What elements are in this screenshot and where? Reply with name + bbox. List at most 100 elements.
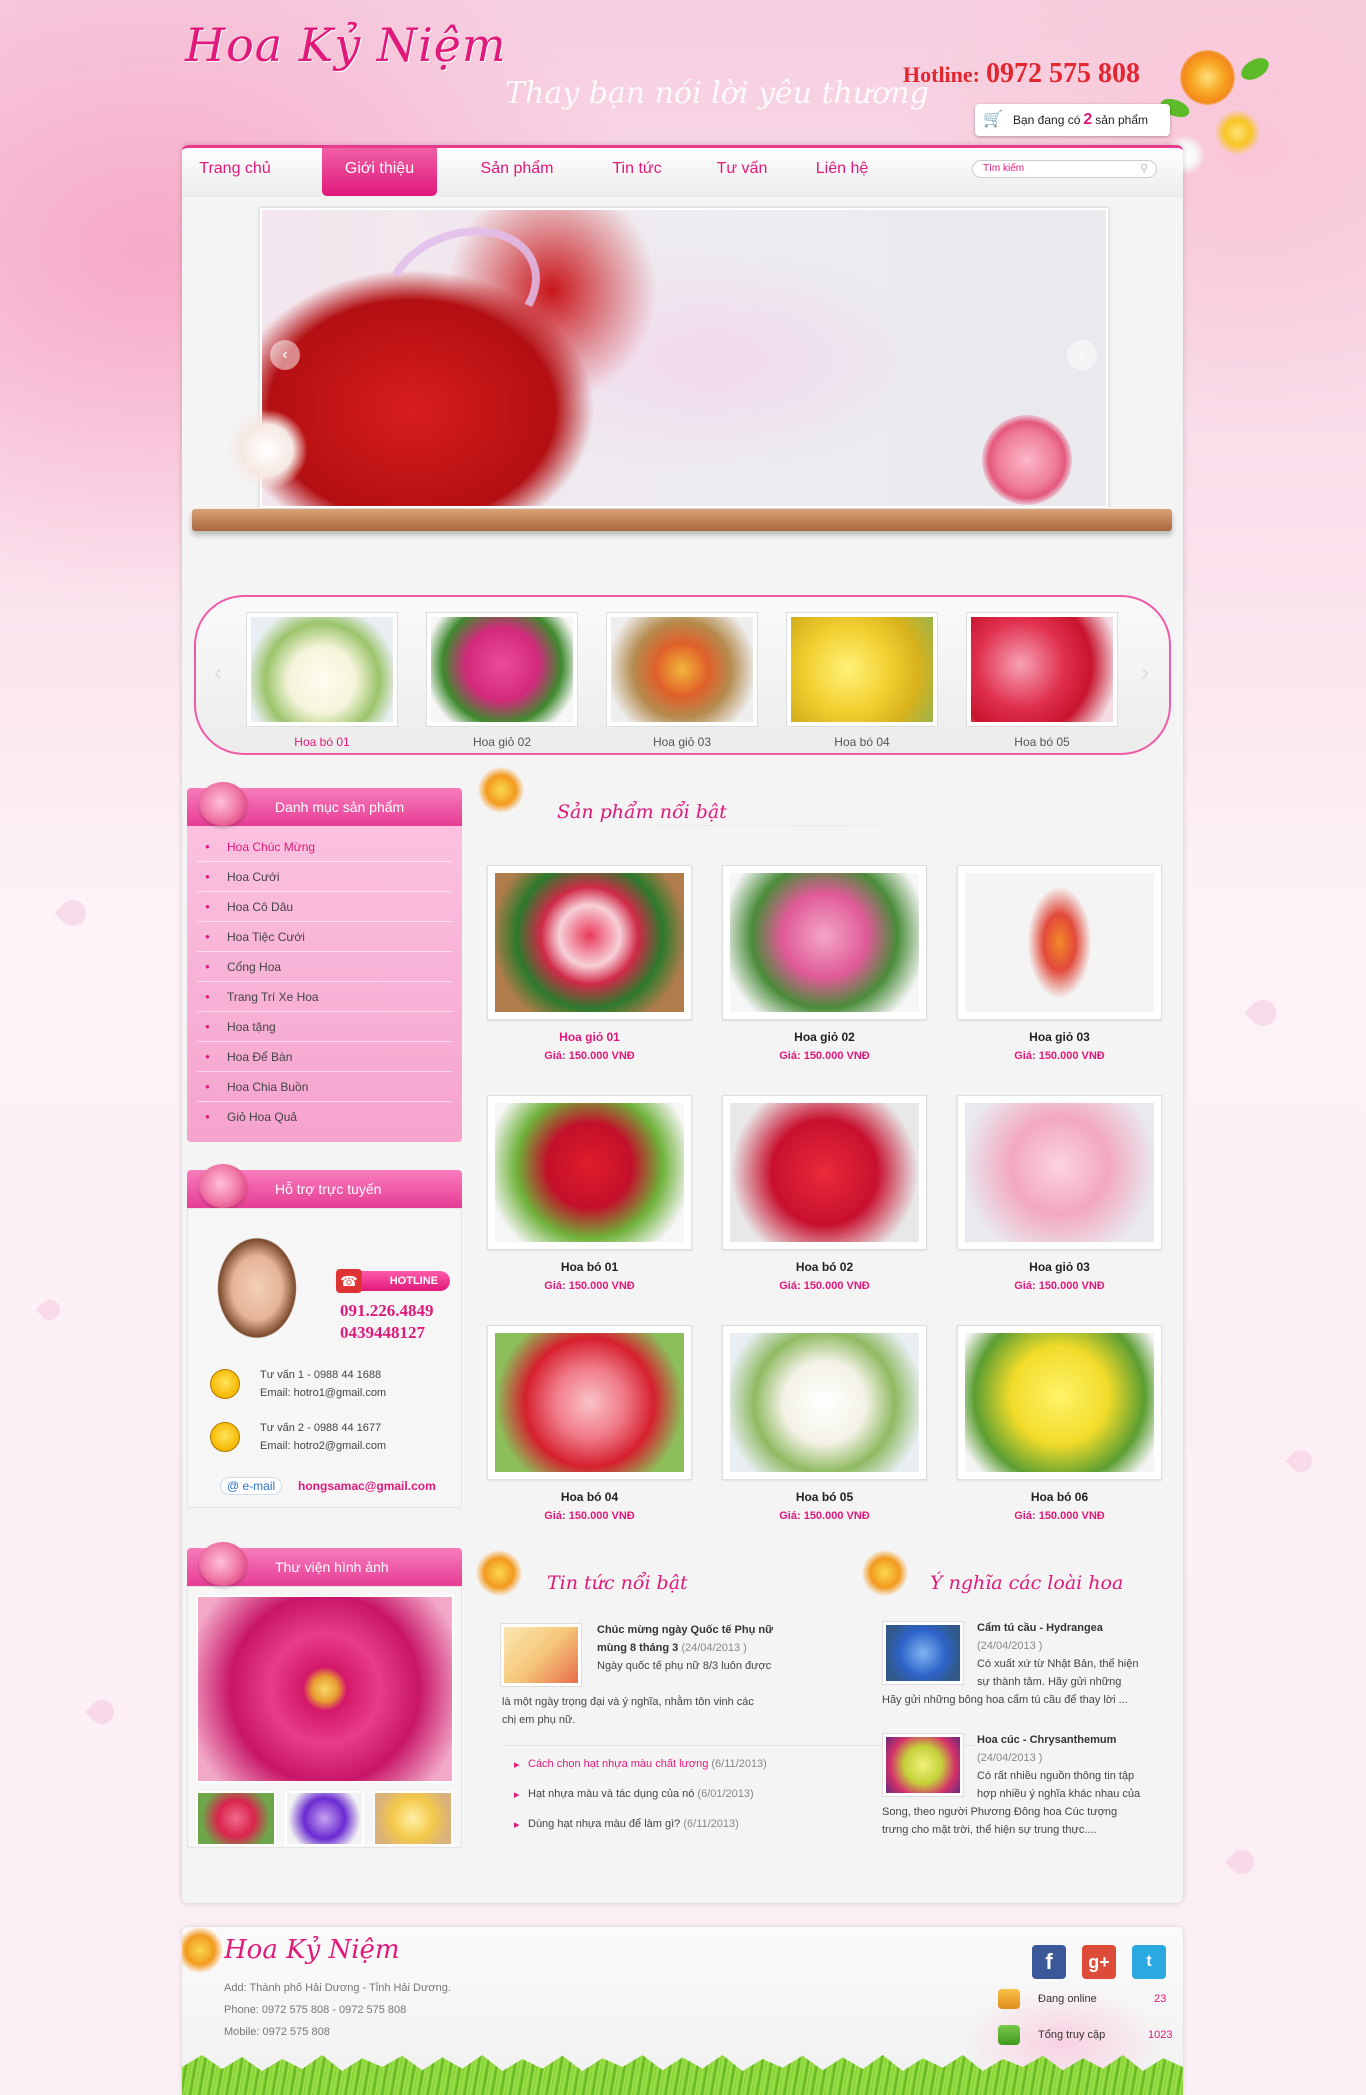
- product-name[interactable]: Hoa bó 06: [957, 1490, 1162, 1504]
- background-petal: [35, 1295, 65, 1325]
- gallery-thumb[interactable]: [284, 1791, 365, 1846]
- product-card[interactable]: Hoa bó 06 Giá: 150.000 VNĐ: [957, 1325, 1162, 1522]
- slider-prev-arrow[interactable]: ‹: [270, 340, 300, 370]
- carousel-item-label: Hoa giỏ 02: [472, 735, 532, 749]
- news-link[interactable]: Dùng hạt nhựa màu để làm gì? (6/11/2013): [514, 1818, 739, 1831]
- product-card[interactable]: Hoa giỏ 02 Giá: 150.000 VNĐ: [722, 865, 927, 1062]
- advisor-2[interactable]: Tư vấn 2 - 0988 44 1677 Email: hotro2@gm…: [210, 1422, 386, 1452]
- site-logo[interactable]: Hoa Kỷ Niệm: [185, 18, 507, 72]
- meaning-item-text: sự thành tâm. Hãy gửi những: [977, 1676, 1122, 1688]
- news-date: (24/04/2013 ): [681, 1642, 747, 1654]
- category-item[interactable]: Hoa Cô Dâu: [197, 892, 452, 922]
- product-name[interactable]: Hoa giỏ 03: [957, 1030, 1162, 1044]
- carousel-item-label: Hoa bó 04: [834, 735, 890, 749]
- product-card[interactable]: Hoa bó 05 Giá: 150.000 VNĐ: [722, 1325, 927, 1522]
- news-link-date: (6/11/2013): [711, 1758, 767, 1770]
- nav-item-contact[interactable]: Liên hệ: [807, 148, 877, 196]
- product-name[interactable]: Hoa giỏ 03: [957, 1260, 1162, 1274]
- meaning-item-continued: Hãy gửi những bông hoa cẩm tú cầu để tha…: [882, 1691, 1182, 1709]
- meaning-item-title[interactable]: Hoa cúc - Chrysanthemum: [977, 1731, 1177, 1749]
- users-online-icon: [998, 1989, 1020, 2009]
- pink-rose-decoration: [982, 415, 1072, 505]
- carousel-item[interactable]: Hoa bó 05: [966, 612, 1118, 749]
- background-petal: [1285, 1445, 1317, 1477]
- search-icon[interactable]: ⚲: [1140, 162, 1148, 175]
- gallery-thumb[interactable]: [373, 1791, 454, 1846]
- slider-next-arrow[interactable]: ›: [1067, 340, 1097, 370]
- total-visits-value: 1023: [1148, 2029, 1173, 2041]
- category-item[interactable]: Hoa Chúc Mừng: [197, 832, 452, 862]
- product-card[interactable]: Hoa giỏ 01 Giá: 150.000 VNĐ: [487, 865, 692, 1062]
- total-visits-label: Tổng truy cập: [1038, 2029, 1106, 2041]
- carousel-item-label: Hoa bó 05: [1014, 735, 1070, 749]
- carousel-item[interactable]: Hoa giỏ 02: [426, 612, 578, 749]
- advisor-1-phone: Tư vấn 1 - 0988 44 1688: [260, 1369, 382, 1381]
- nav-item-consulting[interactable]: Tư vấn: [707, 148, 777, 196]
- yahoo-messenger-icon[interactable]: [210, 1369, 240, 1399]
- product-card[interactable]: Hoa bó 04 Giá: 150.000 VNĐ: [487, 1325, 692, 1522]
- search-input[interactable]: Tìm kiếm ⚲: [972, 160, 1157, 178]
- category-item[interactable]: Hoa Để Bàn: [197, 1042, 452, 1072]
- facebook-icon[interactable]: f: [1032, 1945, 1066, 1979]
- product-card[interactable]: Hoa bó 02 Giá: 150.000 VNĐ: [722, 1095, 927, 1292]
- product-name[interactable]: Hoa giỏ 01: [487, 1030, 692, 1044]
- yahoo-messenger-icon[interactable]: [210, 1422, 240, 1452]
- footer-logo[interactable]: Hoa Kỷ Niệm: [224, 1935, 400, 1965]
- product-name[interactable]: Hoa bó 05: [722, 1490, 927, 1504]
- nav-item-news[interactable]: Tin tức: [602, 148, 672, 196]
- news-link[interactable]: Hạt nhựa màu và tác dụng của nó (6/01/20…: [514, 1788, 754, 1801]
- wooden-shelf: [192, 509, 1172, 531]
- product-name[interactable]: Hoa bó 02: [722, 1260, 927, 1274]
- product-price: Giá: 150.000 VNĐ: [544, 1050, 635, 1062]
- category-item[interactable]: Hoa Cưới: [197, 862, 452, 892]
- category-item[interactable]: Hoa tặng: [197, 1012, 452, 1042]
- product-name[interactable]: Hoa bó 01: [487, 1260, 692, 1274]
- support-email[interactable]: hongsamac@gmail.com: [298, 1479, 436, 1493]
- gallery-main-image[interactable]: [196, 1595, 454, 1783]
- category-item[interactable]: Giỏ Hoa Quả: [197, 1102, 452, 1132]
- meaning-thumbnail[interactable]: [882, 1733, 964, 1797]
- nav-item-home[interactable]: Trang chủ: [194, 148, 276, 196]
- shopping-cart-icon: 🛒: [983, 111, 1003, 128]
- category-item[interactable]: Hoa Chia Buồn: [197, 1072, 452, 1102]
- news-link[interactable]: Cách chọn hạt nhựa màu chất lượng (6/11/…: [514, 1758, 767, 1771]
- product-name[interactable]: Hoa giỏ 02: [722, 1030, 927, 1044]
- cart-count: 2: [1083, 111, 1093, 128]
- product-card[interactable]: Hoa giỏ 03 Giá: 150.000 VNĐ: [957, 1095, 1162, 1292]
- carousel-item-label: Hoa bó 01: [294, 735, 350, 749]
- meaning-item-text: Có xuất xứ từ Nhật Bản, thể hiện: [977, 1658, 1139, 1670]
- twitter-icon[interactable]: t: [1132, 1945, 1166, 1979]
- product-carousel: ‹ › Hoa bó 01 Hoa giỏ 02 Hoa giỏ 03 Hoa …: [194, 595, 1171, 755]
- category-item[interactable]: Hoa Tiệc Cưới: [197, 922, 452, 952]
- product-price: Giá: 150.000 VNĐ: [779, 1510, 870, 1522]
- nav-item-about[interactable]: Giới thiệu: [322, 148, 437, 196]
- meaning-thumbnail[interactable]: [882, 1621, 964, 1685]
- carousel-item[interactable]: Hoa giỏ 03: [606, 612, 758, 749]
- carousel-prev-arrow[interactable]: ‹: [214, 659, 222, 687]
- background-petal: [54, 894, 92, 932]
- hero-slider[interactable]: ‹ ›: [260, 208, 1108, 508]
- product-price: Giá: 150.000 VNĐ: [779, 1280, 870, 1292]
- gallery-thumb[interactable]: [196, 1791, 276, 1846]
- background-petal: [1225, 1845, 1259, 1879]
- carousel-item[interactable]: Hoa bó 01: [246, 612, 398, 749]
- carousel-item[interactable]: Hoa bó 04: [786, 612, 938, 749]
- advisor-1[interactable]: Tư vấn 1 - 0988 44 1688 Email: hotro1@gm…: [210, 1369, 386, 1399]
- product-price: Giá: 150.000 VNĐ: [1014, 1050, 1105, 1062]
- meaning-item-date: (24/04/2013 ): [977, 1640, 1043, 1652]
- gallery-panel: [187, 1586, 462, 1848]
- product-card[interactable]: Hoa giỏ 03 Giá: 150.000 VNĐ: [957, 865, 1162, 1062]
- news-headline-2[interactable]: mùng 8 tháng 3: [597, 1642, 678, 1654]
- google-plus-icon[interactable]: g+: [1082, 1945, 1116, 1979]
- product-card[interactable]: Hoa bó 01 Giá: 150.000 VNĐ: [487, 1095, 692, 1292]
- news-thumbnail[interactable]: [500, 1623, 582, 1687]
- nav-item-products[interactable]: Sản phẩm: [472, 148, 562, 196]
- meaning-item-title[interactable]: Cẩm tú cầu - Hydrangea: [977, 1619, 1177, 1637]
- product-name[interactable]: Hoa bó 04: [487, 1490, 692, 1504]
- news-link-date: (6/11/2013): [683, 1818, 739, 1830]
- category-item[interactable]: Cổng Hoa: [197, 952, 452, 982]
- category-item[interactable]: Trang Trí Xe Hoa: [197, 982, 452, 1012]
- carousel-next-arrow[interactable]: ›: [1141, 659, 1149, 687]
- meaning-item: Hoa cúc - Chrysanthemum (24/04/2013 ) Có…: [977, 1731, 1177, 1803]
- cart-summary[interactable]: 🛒 Bạn đang có 2 sản phẩm: [975, 104, 1170, 136]
